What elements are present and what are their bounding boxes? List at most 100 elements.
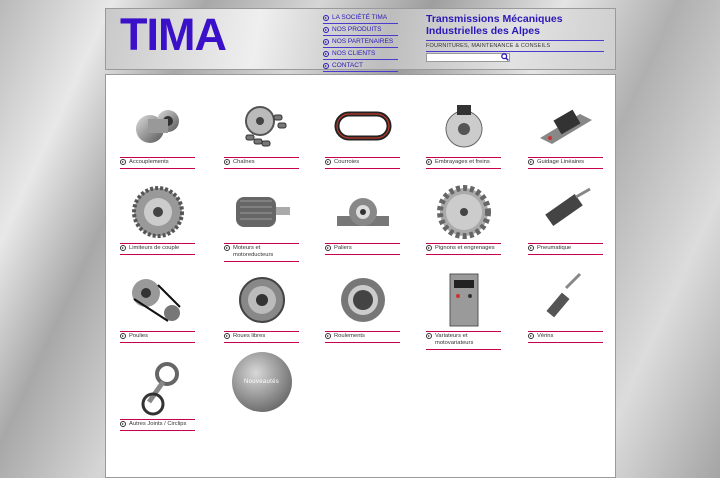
product-link[interactable]: ▸ Embrayages et freins — [426, 157, 501, 166]
product-11[interactable]: ▸ Poulies — [120, 269, 195, 343]
nav-partenaires[interactable]: ▸ NOS PARTENAIRES — [323, 36, 398, 48]
arrow-circle-icon: ▸ — [224, 245, 230, 251]
nouveautes-thumb[interactable]: Nouveautés — [224, 351, 299, 413]
product-link[interactable]: ▸ Autres Joints / Circlips — [120, 419, 195, 428]
nav-societe[interactable]: ▸ LA SOCIÉTÉ TIMA — [323, 12, 398, 24]
product-2[interactable]: ▸ Chaînes — [224, 95, 299, 169]
arrow-circle-icon: ▸ — [224, 159, 230, 165]
nav-produits[interactable]: ▸ NOS PRODUITS — [323, 24, 398, 36]
product-link[interactable]: ▸ Pneumatique — [528, 243, 603, 252]
company-name-line2: Industrielles des Alpes — [426, 25, 540, 37]
product-label: Poulies — [129, 333, 149, 339]
site-header: TIMA ▸ LA SOCIÉTÉ TIMA ▸ NOS PRODUITS ▸ NOS… — [105, 8, 616, 72]
nouveautes-button[interactable]: Nouveautés — [224, 351, 299, 413]
clutch-icon[interactable] — [426, 95, 501, 157]
nav-label: NOS CLIENTS — [332, 50, 376, 57]
arrow-circle-icon: ▸ — [426, 159, 432, 165]
product-label: Roues libres — [233, 333, 266, 339]
company-name-line1: Transmissions Mécaniques — [426, 13, 563, 25]
product-9[interactable]: ▸ Pignons et engrenages — [426, 181, 501, 255]
product-16[interactable]: ▸ Autres Joints / Circlips — [120, 357, 195, 431]
tagline: FOURNITURES, MAINTENANCE & CONSEILS — [426, 43, 551, 49]
search-button[interactable] — [500, 52, 510, 62]
nav-label: NOS PARTENAIRES — [332, 38, 394, 45]
nav-label: NOS PRODUITS — [332, 26, 382, 33]
arrow-circle-icon: ▸ — [528, 245, 534, 251]
nav-contact[interactable]: ▸ CONTACT — [323, 60, 398, 72]
ball-bearing-icon[interactable] — [325, 269, 400, 331]
product-12[interactable]: ▸ Roues libres — [224, 269, 299, 343]
variator-icon[interactable] — [426, 269, 501, 331]
product-link[interactable]: ▸ Guidage Linéaires — [528, 157, 603, 166]
product-link[interactable]: ▸ Roulements — [325, 331, 400, 340]
chain-icon[interactable] — [224, 95, 299, 157]
arrow-circle-icon: ▸ — [323, 14, 329, 21]
site-logo[interactable]: TIMA — [120, 9, 227, 61]
product-link[interactable]: ▸ Paliers — [325, 243, 400, 252]
arrow-circle-icon: ▸ — [426, 333, 432, 339]
product-label: Autres Joints / Circlips — [129, 421, 187, 427]
product-label: Embrayages et freins — [435, 159, 490, 165]
motor-icon[interactable] — [224, 181, 299, 243]
product-6[interactable]: ▸ Limiteurs de couple — [120, 181, 195, 255]
product-8[interactable]: ▸ Paliers — [325, 181, 400, 255]
product-1[interactable]: ▸ Accouplements — [120, 95, 195, 169]
product-link[interactable]: ▸ Poulies — [120, 331, 195, 340]
product-link[interactable]: ▸ Chaînes — [224, 157, 299, 166]
product-5[interactable]: ▸ Guidage Linéaires — [528, 95, 603, 169]
bearing-block-icon[interactable] — [325, 181, 400, 243]
product-link[interactable]: ▸ Roues libres — [224, 331, 299, 340]
product-link[interactable]: ▸ Accouplements — [120, 157, 195, 166]
linear-guide-icon[interactable] — [528, 95, 603, 157]
coupling-icon[interactable] — [120, 95, 195, 157]
pneumatic-cylinder-icon[interactable] — [528, 181, 603, 243]
arrow-circle-icon: ▸ — [120, 159, 126, 165]
product-label: Guidage Linéaires — [537, 159, 585, 165]
search-icon — [501, 53, 509, 61]
product-15[interactable]: ▸ Vérins — [528, 269, 603, 343]
product-label: Moteurs et motoreducteurs — [233, 245, 274, 258]
divider — [426, 40, 604, 41]
freewheel-icon[interactable] — [224, 269, 299, 331]
arrow-circle-icon: ▸ — [120, 333, 126, 339]
arrow-circle-icon: ▸ — [325, 245, 331, 251]
product-7[interactable]: ▸ Moteurs et motoreducteurs — [224, 181, 299, 262]
product-link[interactable]: ▸ Pignons et engrenages — [426, 243, 501, 252]
search-input[interactable] — [426, 53, 510, 62]
arrow-circle-icon: ▸ — [224, 333, 230, 339]
pulley-icon[interactable] — [120, 269, 195, 331]
product-3[interactable]: ▸ Courroies — [325, 95, 400, 169]
product-14[interactable]: ▸ Variateurs et motovariateurs — [426, 269, 501, 350]
product-4[interactable]: ▸ Embrayages et freins — [426, 95, 501, 169]
product-label: Accouplements — [129, 159, 169, 165]
torque-limiter-icon[interactable] — [120, 181, 195, 243]
top-navigation: ▸ LA SOCIÉTÉ TIMA ▸ NOS PRODUITS ▸ NOS PART… — [323, 12, 398, 72]
product-label: Chaînes — [233, 159, 255, 165]
product-10[interactable]: ▸ Pneumatique — [528, 181, 603, 255]
product-label: Paliers — [334, 245, 352, 251]
product-label: Roulements — [334, 333, 365, 339]
arrow-circle-icon: ▸ — [323, 26, 329, 33]
nouveautes-label: Nouveautés — [231, 352, 292, 412]
nav-clients[interactable]: ▸ NOS CLIENTS — [323, 48, 398, 60]
nav-label: LA SOCIÉTÉ TIMA — [332, 14, 388, 21]
arrow-circle-icon: ▸ — [323, 62, 329, 69]
belt-icon[interactable] — [325, 95, 400, 157]
arrow-circle-icon: ▸ — [528, 333, 534, 339]
arrow-circle-icon: ▸ — [120, 421, 126, 427]
actuator-icon[interactable] — [528, 269, 603, 331]
product-link[interactable]: ▸ Moteurs et motoreducteurs — [224, 243, 299, 259]
product-link[interactable]: ▸ Courroies — [325, 157, 400, 166]
product-link[interactable]: ▸ Variateurs et motovariateurs — [426, 331, 501, 347]
arrow-circle-icon: ▸ — [120, 245, 126, 251]
arrow-circle-icon: ▸ — [325, 159, 331, 165]
gear-icon[interactable] — [426, 181, 501, 243]
product-link[interactable]: ▸ Vérins — [528, 331, 603, 340]
product-link[interactable]: ▸ Limiteurs de couple — [120, 243, 195, 252]
product-label: Vérins — [537, 333, 554, 339]
divider — [426, 51, 604, 52]
product-13[interactable]: ▸ Roulements — [325, 269, 400, 343]
arrow-circle-icon: ▸ — [528, 159, 534, 165]
arrow-circle-icon: ▸ — [323, 38, 329, 45]
joints-icon[interactable] — [120, 357, 195, 419]
